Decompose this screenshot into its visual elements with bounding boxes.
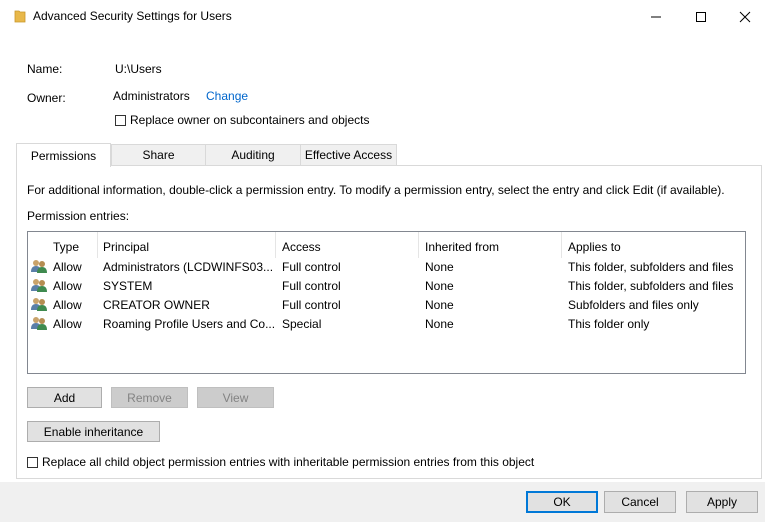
cell-principal: SYSTEM	[103, 279, 153, 293]
table-row[interactable]: Allow SYSTEM Full control None This fold…	[28, 276, 745, 295]
minimize-button[interactable]	[633, 0, 678, 33]
maximize-icon	[695, 11, 706, 22]
remove-button[interactable]: Remove	[111, 387, 188, 408]
replace-child-permissions-checkbox[interactable]	[27, 457, 38, 468]
add-button[interactable]: Add	[27, 387, 102, 408]
tab-permissions[interactable]: Permissions	[16, 143, 111, 167]
change-owner-link[interactable]: Change	[206, 89, 248, 103]
cell-inherited-from: None	[425, 260, 454, 274]
folder-icon	[14, 10, 26, 23]
view-button[interactable]: View	[197, 387, 274, 408]
close-icon	[739, 11, 750, 22]
cell-applies-to: This folder only	[568, 317, 650, 331]
users-icon	[31, 317, 47, 330]
cell-principal: Roaming Profile Users and Co...	[103, 317, 276, 331]
table-row[interactable]: Allow CREATOR OWNER Full control None Su…	[28, 295, 745, 314]
cell-inherited-from: None	[425, 298, 454, 312]
column-separator[interactable]	[275, 232, 276, 258]
cell-access: Full control	[282, 260, 341, 274]
users-icon	[31, 298, 47, 311]
close-button[interactable]	[722, 0, 765, 33]
column-header-inherited-from[interactable]: Inherited from	[425, 238, 499, 256]
enable-inheritance-button[interactable]: Enable inheritance	[27, 421, 160, 442]
permission-entries-label: Permission entries:	[27, 209, 130, 223]
cell-applies-to: Subfolders and files only	[568, 298, 699, 312]
cell-type: Allow	[53, 298, 82, 312]
column-header-principal[interactable]: Principal	[103, 238, 149, 256]
cell-type: Allow	[53, 317, 82, 331]
cell-principal: CREATOR OWNER	[103, 298, 210, 312]
owner-value: Administrators	[113, 89, 190, 103]
tab-auditing[interactable]: Auditing	[205, 144, 301, 165]
window-title: Advanced Security Settings for Users	[33, 9, 232, 23]
cell-type: Allow	[53, 279, 82, 293]
column-separator[interactable]	[561, 232, 562, 258]
column-header-type[interactable]: Type	[53, 238, 79, 256]
column-header-access[interactable]: Access	[282, 238, 321, 256]
cell-principal: Administrators (LCDWINFS03...	[103, 260, 274, 274]
minimize-icon	[650, 16, 661, 17]
cell-applies-to: This folder, subfolders and files	[568, 279, 734, 293]
maximize-button[interactable]	[678, 0, 723, 33]
tab-share[interactable]: Share	[111, 144, 206, 165]
name-label: Name:	[27, 62, 63, 76]
cell-inherited-from: None	[425, 317, 454, 331]
cell-access: Full control	[282, 279, 341, 293]
table-row[interactable]: Allow Roaming Profile Users and Co... Sp…	[28, 314, 745, 333]
cancel-button[interactable]: Cancel	[604, 491, 676, 513]
tab-effective-access[interactable]: Effective Access	[300, 144, 397, 165]
cell-access: Full control	[282, 298, 341, 312]
cell-applies-to: This folder, subfolders and files	[568, 260, 734, 274]
column-separator[interactable]	[97, 232, 98, 258]
owner-label: Owner:	[27, 91, 66, 105]
column-separator[interactable]	[418, 232, 419, 258]
title-bar: Advanced Security Settings for Users	[0, 0, 765, 33]
cell-access: Special	[282, 317, 322, 331]
users-icon	[31, 260, 47, 273]
cell-type: Allow	[53, 260, 82, 274]
table-row[interactable]: Allow Administrators (LCDWINFS03... Full…	[28, 257, 745, 276]
ok-button[interactable]: OK	[526, 491, 598, 513]
replace-owner-checkbox[interactable]	[115, 115, 126, 126]
cell-inherited-from: None	[425, 279, 454, 293]
replace-child-permissions-label: Replace all child object permission entr…	[42, 455, 535, 469]
name-value: U:\Users	[115, 62, 162, 76]
permission-entries-list[interactable]: Type Principal Access Inherited from App…	[27, 231, 746, 374]
column-header-applies-to[interactable]: Applies to	[568, 238, 621, 256]
replace-owner-label: Replace owner on subcontainers and objec…	[130, 113, 370, 127]
apply-button[interactable]: Apply	[686, 491, 758, 513]
info-text: For additional information, double-click…	[27, 183, 725, 197]
users-icon	[31, 279, 47, 292]
